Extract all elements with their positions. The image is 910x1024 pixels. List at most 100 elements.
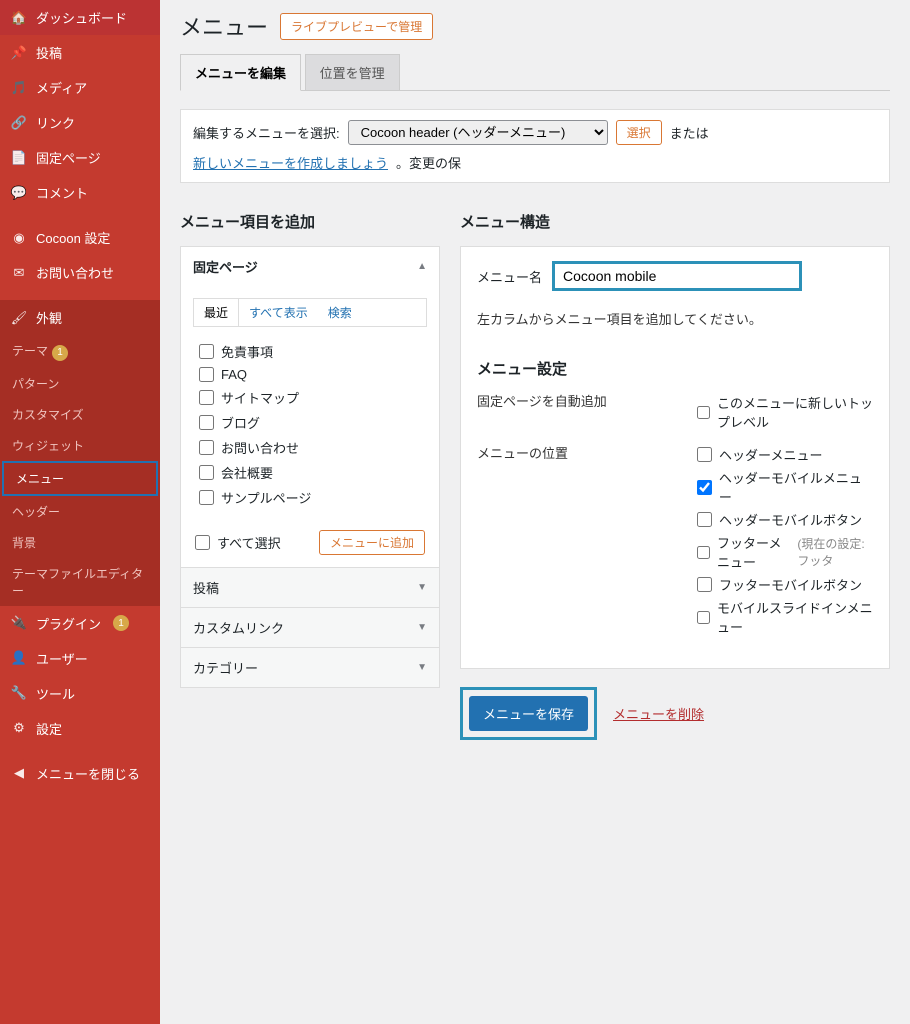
admin-sidebar: 🏠ダッシュボード 📌投稿 🎵メディア 🔗リンク 📄固定ページ 💬コメント ◉Co… [0,0,160,1024]
appearance-submenu: テーマ1 パターン カスタマイズ ウィジェット メニュー ヘッダー 背景 テーマ… [0,335,160,606]
brush-icon: 🖌 [10,309,28,327]
page-checkbox[interactable] [199,465,214,480]
acc-categories-head[interactable]: カテゴリー▼ [181,647,439,687]
nav-tabs: メニューを編集 位置を管理 [180,54,890,91]
menu-name-input[interactable] [552,261,802,291]
page-item[interactable]: サンプルページ [199,485,421,510]
auto-add-option[interactable]: このメニューに新しいトップレベル [697,391,873,433]
location-checkbox[interactable] [697,577,712,592]
dashboard-icon: 🏠 [10,9,28,27]
page-item[interactable]: お問い合わせ [199,435,421,460]
select-button[interactable]: 選択 [616,120,662,145]
submenu-theme-editor[interactable]: テーマファイルエディター [0,558,160,606]
pages-tab-search[interactable]: 検索 [318,299,362,326]
tab-edit-menus[interactable]: メニューを編集 [180,54,301,91]
sidebar-item-links[interactable]: 🔗リンク [0,105,160,140]
menu-items-accordion: 固定ページ ▲ 最近 すべて表示 検索 免責事項FAQサイトマップブログお問い合… [180,246,440,688]
submenu-customize[interactable]: カスタマイズ [0,399,160,430]
menu-hint: 左カラムからメニュー項目を追加してください。 [477,309,873,328]
page-checkbox[interactable] [199,490,214,505]
acc-posts-head[interactable]: 投稿▼ [181,567,439,607]
sidebar-item-collapse[interactable]: ◀メニューを閉じる [0,756,160,791]
location-option[interactable]: ヘッダーメニュー [697,443,873,466]
page-item[interactable]: 会社概要 [199,460,421,485]
chevron-up-icon: ▲ [417,261,427,272]
submenu-background[interactable]: 背景 [0,527,160,558]
media-icon: 🎵 [10,79,28,97]
plugins-badge: 1 [113,615,129,631]
page-item[interactable]: FAQ [199,364,421,385]
page-item[interactable]: 免責事項 [199,339,421,364]
themes-badge: 1 [52,345,68,361]
acc-pages-body: 最近 すべて表示 検索 免責事項FAQサイトマップブログお問い合わせ会社概要サン… [181,298,439,567]
location-option[interactable]: ヘッダーモバイルメニュー [697,466,873,508]
sidebar-item-cocoon[interactable]: ◉Cocoon 設定 [0,220,160,255]
page-item[interactable]: ブログ [199,410,421,435]
live-preview-button[interactable]: ライブプレビューで管理 [280,13,433,40]
page-checkbox[interactable] [199,367,214,382]
sidebar-item-tools[interactable]: 🔧ツール [0,676,160,711]
chevron-down-icon: ▼ [417,662,427,673]
pin-icon: 📌 [10,44,28,62]
structure-title: メニュー構造 [460,211,890,232]
auto-add-label: 固定ページを自動追加 [477,391,697,410]
page-checkbox[interactable] [199,390,214,405]
location-checkbox[interactable] [697,545,710,560]
user-icon: 👤 [10,649,28,667]
location-checkbox[interactable] [697,512,712,527]
sidebar-item-posts[interactable]: 📌投稿 [0,35,160,70]
delete-menu-link[interactable]: メニューを削除 [613,704,704,723]
menu-panel: メニュー名 左カラムからメニュー項目を追加してください。 メニュー設定 固定ペー… [460,246,890,669]
sidebar-item-plugins[interactable]: 🔌プラグイン1 [0,606,160,641]
menu-name-label: メニュー名 [477,267,542,286]
sidebar-item-dashboard[interactable]: 🏠ダッシュボード [0,0,160,35]
submenu-header[interactable]: ヘッダー [0,496,160,527]
settings-title: メニュー設定 [477,358,873,379]
sidebar-item-users[interactable]: 👤ユーザー [0,641,160,676]
chevron-down-icon: ▼ [417,622,427,633]
add-to-menu-button[interactable]: メニューに追加 [319,530,425,555]
page-checkbox[interactable] [199,440,214,455]
select-all-row[interactable]: すべて選択 [195,530,281,555]
menu-select-row: 編集するメニューを選択: Cocoon header (ヘッダーメニュー) 選択… [180,109,890,183]
page-title: メニュー [180,10,268,42]
location-checkbox[interactable] [697,480,712,495]
submenu-themes[interactable]: テーマ1 [0,335,160,368]
acc-custom-head[interactable]: カスタムリンク▼ [181,607,439,647]
sidebar-item-pages[interactable]: 📄固定ページ [0,140,160,175]
sidebar-item-contact[interactable]: ✉お問い合わせ [0,255,160,290]
page-item[interactable]: サイトマップ [199,385,421,410]
select-tail: 。変更の保 [396,153,461,172]
acc-pages-head[interactable]: 固定ページ ▲ [181,247,439,286]
add-items-title: メニュー項目を追加 [180,211,440,232]
pages-tab-recent[interactable]: 最近 [194,299,239,326]
sidebar-item-media[interactable]: 🎵メディア [0,70,160,105]
page-checkbox[interactable] [199,344,214,359]
sidebar-item-comments[interactable]: 💬コメント [0,175,160,210]
location-option[interactable]: フッターモバイルボタン [697,573,873,596]
page-checkbox[interactable] [199,415,214,430]
pages-tab-all[interactable]: すべて表示 [239,299,318,326]
select-all-checkbox[interactable] [195,535,210,550]
location-checkbox[interactable] [697,447,712,462]
link-icon: 🔗 [10,114,28,132]
submenu-widgets[interactable]: ウィジェット [0,430,160,461]
settings-icon: ⚙ [10,719,28,737]
tab-manage-locations[interactable]: 位置を管理 [305,54,400,90]
auto-add-checkbox[interactable] [697,405,710,420]
sidebar-item-appearance[interactable]: 🖌外観 [0,300,160,335]
location-option[interactable]: モバイルスライドインメニュー [697,596,873,638]
plugin-icon: 🔌 [10,614,28,632]
wrench-icon: 🔧 [10,684,28,702]
submenu-menus[interactable]: メニュー [2,461,158,496]
submenu-patterns[interactable]: パターン [0,368,160,399]
sidebar-item-settings[interactable]: ⚙設定 [0,711,160,746]
location-option[interactable]: ヘッダーモバイルボタン [697,508,873,531]
save-menu-button[interactable]: メニューを保存 [469,696,588,731]
location-checkbox[interactable] [697,610,710,625]
menu-select[interactable]: Cocoon header (ヘッダーメニュー) [348,120,608,145]
main-content: メニュー ライブプレビューで管理 メニューを編集 位置を管理 編集するメニューを… [160,0,910,1024]
create-menu-link[interactable]: 新しいメニューを作成しましょう [193,153,388,172]
or-text: または [670,123,709,142]
location-option[interactable]: フッターメニュー (現在の設定: フッタ [697,531,873,573]
